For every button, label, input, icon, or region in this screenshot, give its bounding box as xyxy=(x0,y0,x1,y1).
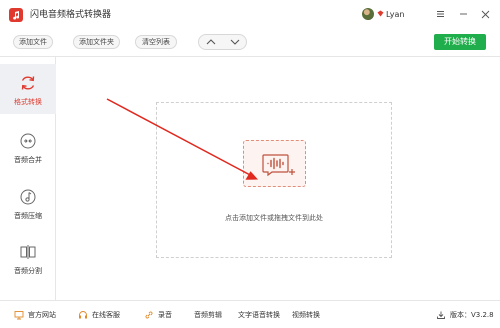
headset-icon xyxy=(79,311,87,319)
recording-link[interactable]: 录音 xyxy=(144,309,172,321)
audio-editing-link[interactable]: 音频剪辑 xyxy=(194,309,222,321)
guide-arrow xyxy=(106,98,258,180)
online-service-label: 在线客服 xyxy=(92,311,120,319)
official-site-label: 官方网站 xyxy=(28,311,56,319)
footer: 官方网站 在线客服 录音 音频剪辑 文字语音转换 视频转换 版本：V3.2.8 xyxy=(0,300,500,328)
monitor-icon xyxy=(14,311,24,320)
download-icon xyxy=(437,311,445,319)
version-info: 版本：V3.2.8 xyxy=(436,309,494,321)
text-to-speech-link[interactable]: 文字语音转换 xyxy=(238,309,280,321)
online-service-link[interactable]: 在线客服 xyxy=(78,309,120,321)
official-site-link[interactable]: 官方网站 xyxy=(14,309,56,321)
video-convert-link[interactable]: 视频转换 xyxy=(292,309,320,321)
recording-label: 录音 xyxy=(158,311,172,319)
version-label: 版本：V3.2.8 xyxy=(450,311,494,319)
link-icon xyxy=(145,311,153,319)
